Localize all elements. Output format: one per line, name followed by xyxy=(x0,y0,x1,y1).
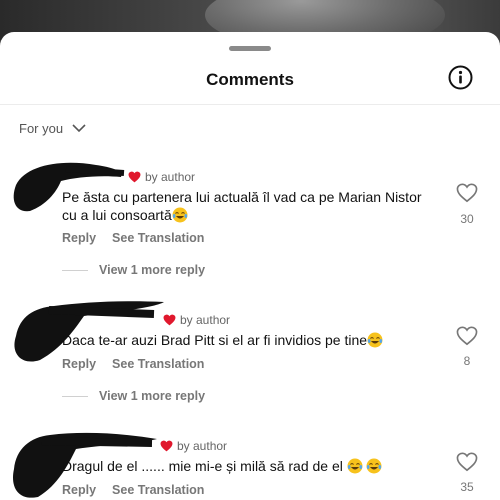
replies-divider-line xyxy=(62,395,88,397)
view-more-replies-label: View 1 more reply xyxy=(99,389,206,403)
face-with-tears-of-joy-emoji xyxy=(172,207,188,223)
author-badge: by author xyxy=(128,170,195,184)
comment-text-content: Dragul de el ...... mie mi-e și milă să … xyxy=(62,458,347,474)
heart-filled-icon xyxy=(163,314,176,326)
view-more-replies-label: View 1 more reply xyxy=(99,263,206,277)
author-badge: by author xyxy=(160,439,227,453)
heart-outline-icon xyxy=(456,452,478,472)
face-with-tears-of-joy-emoji xyxy=(366,458,382,474)
author-badge-label: by author xyxy=(145,170,196,184)
reply-button[interactable]: Reply xyxy=(62,231,96,245)
author-badge: by author xyxy=(163,313,230,327)
comment-text-content: Daca te-ar auzi Brad Pitt si el ar fi in… xyxy=(62,332,368,348)
comment-text: Daca te-ar auzi Brad Pitt si el ar fi in… xyxy=(62,331,432,349)
chevron-down-icon xyxy=(72,124,86,133)
comment-actions: Reply See Translation xyxy=(62,231,220,245)
reply-button[interactable]: Reply xyxy=(62,357,96,371)
author-badge-label: by author xyxy=(180,313,231,327)
comment-actions: Reply See Translation xyxy=(62,483,220,497)
author-badge-label: by author xyxy=(177,439,228,453)
face-with-tears-of-joy-emoji xyxy=(367,332,383,348)
like-count: 30 xyxy=(460,212,474,226)
comment-text: Dragul de el ...... mie mi-e și milă să … xyxy=(62,457,432,475)
info-button[interactable] xyxy=(448,65,473,90)
see-translation-button[interactable]: See Translation xyxy=(112,483,204,497)
face-with-tears-of-joy-emoji xyxy=(347,458,363,474)
header-divider xyxy=(0,104,500,105)
view-more-replies[interactable]: View 1 more reply xyxy=(62,389,205,403)
view-more-replies[interactable]: View 1 more reply xyxy=(62,263,205,277)
see-translation-button[interactable]: See Translation xyxy=(112,357,204,371)
sort-filter-label: For you xyxy=(19,121,64,136)
sheet-grabber[interactable] xyxy=(229,46,271,51)
reply-button[interactable]: Reply xyxy=(62,483,96,497)
heart-filled-icon xyxy=(160,440,173,452)
like-button[interactable] xyxy=(455,183,479,208)
heart-outline-icon xyxy=(456,183,478,203)
sheet-title: Comments xyxy=(206,70,294,89)
like-count: 8 xyxy=(463,354,471,368)
like-count: 35 xyxy=(460,480,474,494)
heart-filled-icon xyxy=(128,171,141,183)
comment-actions: Reply See Translation xyxy=(62,357,220,371)
replies-divider-line xyxy=(62,269,88,271)
sort-filter[interactable]: For you xyxy=(19,121,86,136)
comment-text-content: Pe ăsta cu partenera lui actuală îl vad … xyxy=(62,189,422,223)
info-circle-icon xyxy=(448,65,473,90)
like-button[interactable] xyxy=(455,452,479,477)
like-button[interactable] xyxy=(455,326,479,351)
comment-text: Pe ăsta cu partenera lui actuală îl vad … xyxy=(62,188,432,224)
see-translation-button[interactable]: See Translation xyxy=(112,231,204,245)
heart-outline-icon xyxy=(456,326,478,346)
